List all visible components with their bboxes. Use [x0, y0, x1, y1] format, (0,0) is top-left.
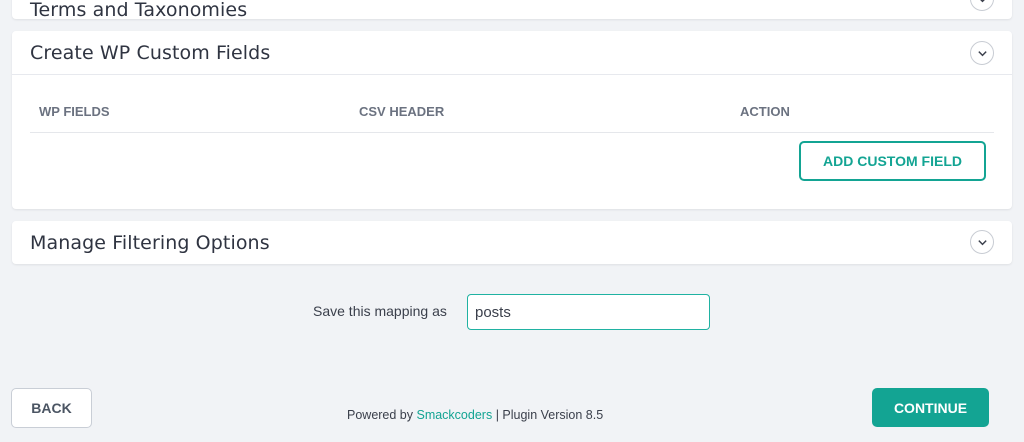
column-header-wp-fields: WP FIELDS	[39, 104, 110, 119]
add-custom-field-button[interactable]: ADD CUSTOM FIELD	[799, 141, 986, 181]
mapping-name-input[interactable]	[467, 294, 710, 330]
custom-fields-panel: Create WP Custom Fields WP FIELDS CSV HE…	[12, 31, 1012, 209]
chevron-down-icon[interactable]	[970, 0, 994, 11]
filtering-options-header[interactable]: Manage Filtering Options	[12, 221, 1012, 264]
save-mapping-label: Save this mapping as	[313, 303, 447, 319]
powered-by-text: Powered by Smackcoders | Plugin Version …	[347, 408, 603, 422]
save-mapping-row: Save this mapping as	[0, 294, 1024, 330]
terms-taxonomies-header[interactable]: Terms and Taxonomies	[12, 0, 1012, 21]
panel-title: Manage Filtering Options	[30, 231, 270, 254]
table-header-row: WP FIELDS CSV HEADER ACTION	[30, 89, 994, 133]
column-header-csv-header: CSV HEADER	[359, 104, 445, 119]
back-button[interactable]: BACK	[11, 388, 92, 428]
filtering-options-panel: Manage Filtering Options	[12, 221, 1012, 264]
chevron-down-icon[interactable]	[970, 41, 994, 65]
continue-button[interactable]: CONTINUE	[872, 388, 989, 427]
smackcoders-link[interactable]: Smackcoders	[416, 408, 492, 422]
custom-fields-table: WP FIELDS CSV HEADER ACTION	[30, 89, 994, 133]
chevron-down-icon[interactable]	[970, 230, 994, 254]
terms-taxonomies-panel: Terms and Taxonomies	[12, 0, 1012, 21]
custom-fields-header[interactable]: Create WP Custom Fields	[12, 31, 1012, 75]
panel-title: Create WP Custom Fields	[30, 41, 271, 64]
plugin-version-text: | Plugin Version 8.5	[492, 408, 604, 422]
powered-by-prefix: Powered by	[347, 408, 417, 422]
column-header-action: ACTION	[740, 104, 790, 119]
panel-title: Terms and Taxonomies	[30, 0, 248, 21]
